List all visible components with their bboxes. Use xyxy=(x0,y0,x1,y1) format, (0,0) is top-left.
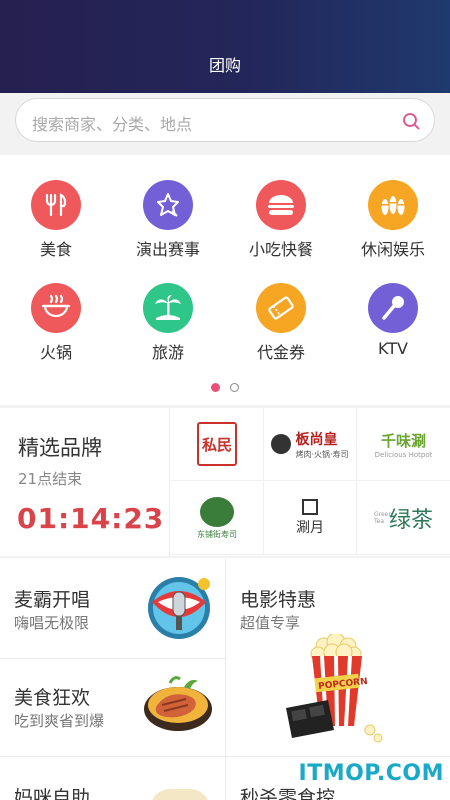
buffet-icon xyxy=(150,789,210,800)
steak-plate-icon xyxy=(144,676,212,731)
category-label: 演出赛事 xyxy=(135,240,200,259)
search-input[interactable]: 搜索商家、分类、地点 xyxy=(15,98,435,142)
burger-icon xyxy=(256,180,306,230)
brand-name: 板尚皇 xyxy=(295,431,338,448)
category-shows[interactable]: 演出赛事 xyxy=(112,180,224,260)
search-placeholder: 搜索商家、分类、地点 xyxy=(32,115,193,134)
brand-tagline: Delicious Hotpot xyxy=(374,450,433,459)
promo-movie[interactable]: 电影特惠 超值专享 POPCORN xyxy=(226,558,450,756)
bowling-icon xyxy=(368,180,418,230)
category-voucher[interactable]: 代金券 xyxy=(225,283,337,363)
brand-logo-banshanghuang[interactable]: 板尚皇 烤肉·火锅·寿司 xyxy=(264,408,357,481)
page-indicator xyxy=(0,377,450,396)
palm-tree-icon xyxy=(143,283,193,333)
header-bar: 团购 xyxy=(0,0,450,93)
brand-logo-qianweishuan[interactable]: 千味涮 Delicious Hotpot xyxy=(357,408,450,481)
brand-tagline: Green Tea xyxy=(373,511,393,525)
ticket-icon xyxy=(256,283,306,333)
search-icon[interactable] xyxy=(402,112,420,130)
countdown-timer: 01:14:23 xyxy=(17,502,165,535)
category-label: 旅游 xyxy=(151,343,184,362)
promo-title: 妈咪自助 xyxy=(14,787,91,800)
category-leisure[interactable]: 休闲娱乐 xyxy=(337,180,449,260)
star-icon xyxy=(143,180,193,230)
brand-name: 东铺街寿司 xyxy=(197,529,237,539)
brand-name: 涮月 xyxy=(296,520,324,536)
brand-tagline: 烤肉·火锅·寿司 xyxy=(295,449,349,459)
category-grid: 美食 演出赛事 小吃快餐 休闲娱乐 火锅 旅游 代金券 KTV xyxy=(0,155,450,405)
brand-logo-shuanyue[interactable]: 涮月 xyxy=(264,482,357,555)
popcorn-3d-glasses-icon: POPCORN xyxy=(286,634,383,743)
fork-knife-icon xyxy=(31,180,81,230)
promo-title: 美食狂欢 xyxy=(14,687,91,709)
category-label: 美食 xyxy=(39,240,72,259)
page-dot[interactable] xyxy=(230,383,239,392)
brand-logo-simin[interactable]: 私民 xyxy=(171,408,264,481)
category-label: 火锅 xyxy=(39,343,72,362)
brands-header[interactable]: 精选品牌 21点结束 01:14:23 xyxy=(0,408,170,556)
promo-mommy-buffet[interactable]: 妈咪自助 xyxy=(0,757,225,800)
category-label: 小吃快餐 xyxy=(248,240,313,259)
category-label: 休闲娱乐 xyxy=(360,240,425,259)
brand-name: 私民 xyxy=(201,435,232,454)
brand-logo-dongpu[interactable]: 东铺街寿司 xyxy=(171,482,264,555)
promo-title: 电影特惠 xyxy=(240,589,317,611)
watermark: ITMOP.COM xyxy=(298,761,444,786)
promo-food[interactable]: 美食狂欢 吃到爽省到爆 xyxy=(0,659,225,756)
category-ktv[interactable]: KTV xyxy=(337,283,449,358)
category-label: 代金券 xyxy=(256,343,305,362)
promo-subtitle: 嗨唱无极限 xyxy=(14,614,90,632)
featured-brands: 精选品牌 21点结束 01:14:23 私民 板尚皇 烤肉·火锅·寿司 千味涮 … xyxy=(0,408,450,556)
page-title: 团购 xyxy=(208,56,241,75)
category-hotpot[interactable]: 火锅 xyxy=(0,283,112,363)
hotpot-icon xyxy=(31,283,81,333)
search-area: 搜索商家、分类、地点 xyxy=(0,93,450,155)
microphone-icon xyxy=(368,283,418,333)
brands-end-time: 21点结束 xyxy=(18,470,83,488)
brand-name: 绿茶 xyxy=(388,508,433,533)
page-dot-active[interactable] xyxy=(211,383,220,392)
promo-ktv[interactable]: 麦霸开唱 嗨唱无极限 xyxy=(0,558,225,658)
lips-microphone-icon xyxy=(148,577,210,639)
category-snacks[interactable]: 小吃快餐 xyxy=(225,180,337,260)
category-travel[interactable]: 旅游 xyxy=(112,283,224,363)
promo-title: 麦霸开唱 xyxy=(14,589,91,611)
brands-title: 精选品牌 xyxy=(18,436,102,460)
promo-subtitle: 吃到爽省到爆 xyxy=(14,712,105,730)
category-food[interactable]: 美食 xyxy=(0,180,112,260)
promo-subtitle: 超值专享 xyxy=(240,614,301,632)
brand-logo-lvcha[interactable]: Green Tea 绿茶 xyxy=(357,482,450,555)
brand-name: 千味涮 xyxy=(380,431,426,450)
category-label: KTV xyxy=(378,339,408,358)
